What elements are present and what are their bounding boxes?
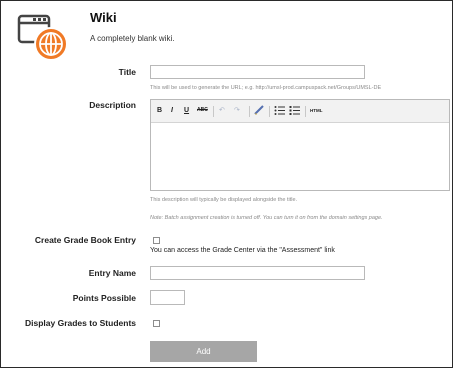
- underline-button[interactable]: U: [184, 105, 189, 116]
- page-subtitle: A completely blank wiki.: [90, 34, 175, 43]
- entry-name-label: Entry Name: [88, 268, 136, 278]
- batch-assignment-note: Note: Batch assignment creation is turne…: [150, 215, 383, 221]
- title-label: Title: [118, 67, 136, 77]
- description-label: Description: [89, 100, 136, 110]
- entry-name-input[interactable]: [150, 266, 365, 280]
- page-title: Wiki: [90, 10, 117, 25]
- bullet-list-icon[interactable]: [274, 105, 285, 120]
- spellcheck-icon[interactable]: [254, 105, 265, 120]
- description-hint: This description will typically be displ…: [150, 197, 298, 203]
- html-source-button[interactable]: HTML: [310, 105, 323, 116]
- points-possible-label: Points Possible: [72, 293, 136, 303]
- grade-center-note: You can access the Grade Center via the …: [150, 247, 335, 254]
- italic-button[interactable]: I: [171, 105, 173, 116]
- display-grades-checkbox[interactable]: [153, 320, 160, 327]
- display-grades-label: Display Grades to Students: [25, 318, 136, 328]
- numbered-list-icon[interactable]: [289, 105, 300, 120]
- points-possible-input[interactable]: [150, 290, 185, 305]
- bold-button[interactable]: B: [157, 105, 162, 116]
- redo-icon[interactable]: ↷: [234, 105, 240, 116]
- wiki-globe-icon: [17, 13, 73, 63]
- add-button[interactable]: Add: [150, 341, 257, 362]
- wiki-form-panel: Wiki A completely blank wiki. Title This…: [0, 0, 453, 368]
- grade-book-label: Create Grade Book Entry: [34, 235, 136, 245]
- strikethrough-button[interactable]: ABC: [197, 105, 208, 116]
- editor-toolbar: B I U ABC ↶ ↷ HTML: [151, 100, 449, 123]
- grade-book-checkbox[interactable]: [153, 237, 160, 244]
- title-hint: This will be used to generate the URL; e…: [150, 85, 382, 91]
- toolbar-divider: [249, 106, 250, 117]
- title-input[interactable]: [150, 65, 365, 79]
- toolbar-divider: [305, 106, 306, 117]
- description-editor[interactable]: B I U ABC ↶ ↷ HTML: [150, 99, 450, 191]
- toolbar-divider: [269, 106, 270, 117]
- toolbar-divider: [213, 106, 214, 117]
- undo-icon[interactable]: ↶: [219, 105, 225, 116]
